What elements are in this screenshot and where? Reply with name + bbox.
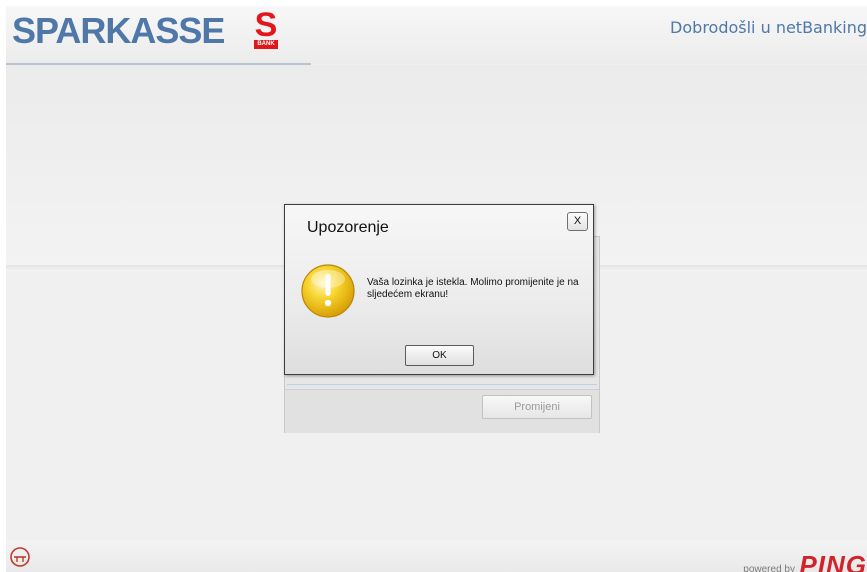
logo-mark-letter: S <box>254 6 278 44</box>
dialog-title: Upozorenje <box>307 219 389 236</box>
sparkasse-logo-icon: S BANK <box>254 6 278 49</box>
panel-divider <box>287 384 597 385</box>
dialog-close-button[interactable]: X <box>567 212 588 231</box>
powered-by: powered by PING <box>743 550 867 572</box>
footer <box>6 540 867 572</box>
header: SPARKASSE S BANK Dobrodošli u netBanking <box>6 6 867 65</box>
warning-icon <box>301 264 355 318</box>
ping-logo: PING <box>799 550 867 572</box>
power-plug-icon[interactable] <box>9 546 31 568</box>
logo-bank-label: BANK <box>254 40 278 49</box>
app-frame: SPARKASSE S BANK Dobrodošli u netBanking… <box>6 6 867 572</box>
dialog-message: Vaša lozinka je istekla. Molimo promijen… <box>367 277 579 300</box>
ok-button[interactable]: OK <box>405 345 474 366</box>
welcome-text: Dobrodošli u netBanking <box>670 18 867 37</box>
powered-by-text: powered by <box>743 564 795 572</box>
sparkasse-logo-text: SPARKASSE <box>12 10 225 51</box>
warning-dialog: Upozorenje X Vaša lozinka je istekla. Mo… <box>284 204 594 375</box>
change-password-button[interactable]: Promijeni <box>482 395 592 419</box>
